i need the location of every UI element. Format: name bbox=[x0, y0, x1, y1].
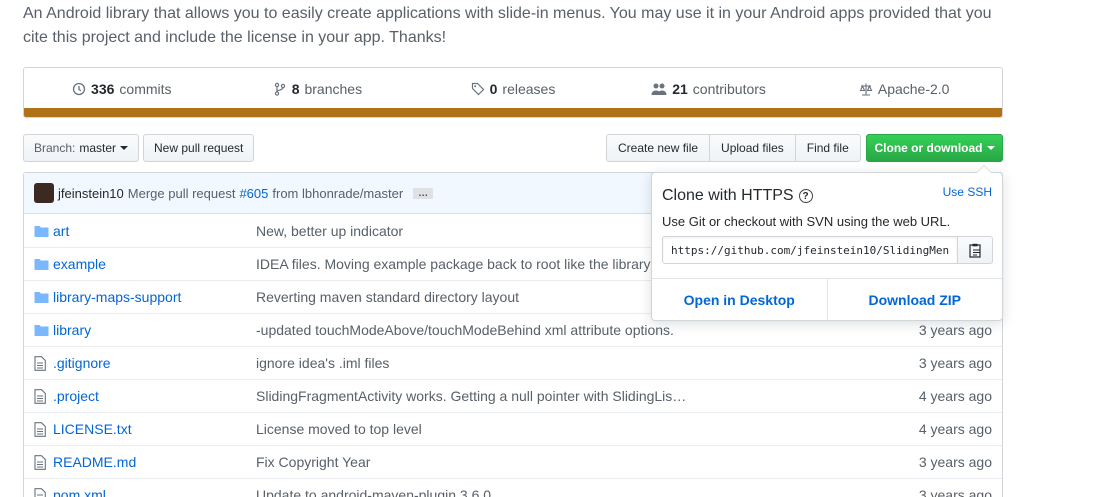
people-icon bbox=[651, 83, 667, 95]
clone-url-input[interactable] bbox=[662, 236, 958, 264]
branch-icon bbox=[274, 82, 285, 96]
upload-files-button[interactable]: Upload files bbox=[709, 134, 796, 162]
releases-label: releases bbox=[502, 80, 556, 97]
chevron-down-icon bbox=[986, 146, 995, 150]
clone-popover-footer: Open in Desktop Download ZIP bbox=[652, 278, 1002, 320]
commits-count: 336 bbox=[91, 80, 115, 97]
clone-or-download-button[interactable]: Clone or download bbox=[866, 134, 1003, 162]
file-name-link[interactable]: example bbox=[53, 256, 106, 272]
folder-icon bbox=[34, 257, 49, 271]
repo-description: An Android library that allows you to ea… bbox=[23, 5, 992, 46]
clipboard-icon bbox=[968, 243, 981, 258]
clone-popover: Clone with HTTPS ? Use SSH Use Git or ch… bbox=[651, 165, 1003, 321]
copy-to-clipboard-button[interactable] bbox=[958, 236, 993, 264]
use-ssh-link[interactable]: Use SSH bbox=[943, 185, 992, 199]
contributors-label: contributors bbox=[692, 80, 766, 97]
file-commit-message[interactable]: Update to android-maven-plugin 3.6.0 bbox=[256, 487, 491, 497]
history-icon bbox=[72, 82, 86, 95]
download-zip-button[interactable]: Download ZIP bbox=[828, 279, 1003, 320]
commit-author[interactable]: jfeinstein10 bbox=[58, 186, 124, 201]
commit-expand-button[interactable]: … bbox=[413, 187, 434, 199]
file-commit-message[interactable]: New, better up indicator bbox=[256, 223, 403, 239]
create-new-file-button[interactable]: Create new file bbox=[606, 134, 711, 162]
branch-name: master bbox=[79, 141, 117, 155]
file-icon bbox=[34, 356, 49, 371]
branches-link[interactable]: 8 branches bbox=[220, 81, 416, 97]
commit-message-suffix[interactable]: from lbhonrade/master bbox=[272, 186, 403, 201]
file-commit-message[interactable]: SlidingFragmentActivity works. Getting a… bbox=[256, 388, 686, 404]
file-commit-message[interactable]: License moved to top level bbox=[256, 421, 422, 437]
file-name-link[interactable]: library-maps-support bbox=[53, 289, 181, 305]
branches-label: branches bbox=[304, 80, 363, 97]
folder-icon bbox=[34, 323, 49, 337]
popover-arrow bbox=[976, 165, 992, 173]
clone-url-group bbox=[662, 236, 993, 264]
file-name-link[interactable]: art bbox=[53, 223, 69, 239]
license-name: Apache-2.0 bbox=[877, 80, 950, 97]
file-age: 3 years ago bbox=[918, 355, 992, 371]
find-file-button[interactable]: Find file bbox=[794, 134, 861, 162]
file-actions-group: Create new file Upload files Find file bbox=[606, 134, 861, 162]
releases-count: 0 bbox=[489, 80, 498, 97]
commits-link[interactable]: 336 commits bbox=[24, 81, 220, 97]
chevron-down-icon bbox=[120, 146, 129, 150]
file-name-link[interactable]: pom.xml bbox=[53, 487, 106, 497]
open-in-desktop-button[interactable]: Open in Desktop bbox=[652, 279, 828, 320]
contributors-link[interactable]: 21 contributors bbox=[611, 81, 807, 97]
law-icon bbox=[859, 83, 873, 96]
file-commit-message[interactable]: Reverting maven standard directory layou… bbox=[256, 289, 519, 305]
file-name-link[interactable]: library bbox=[53, 322, 91, 338]
clone-description: Use Git or checkout with SVN using the w… bbox=[662, 214, 951, 229]
commits-label: commits bbox=[119, 80, 172, 97]
file-row: .gitignore ignore idea's .iml files 3 year… bbox=[24, 346, 1002, 379]
contributors-count: 21 bbox=[672, 80, 688, 97]
branch-prefix: Branch: bbox=[34, 141, 76, 155]
releases-link[interactable]: 0 releases bbox=[415, 81, 611, 97]
file-row: README.md Fix Copyright Year 3 years ago bbox=[24, 445, 1002, 478]
clone-popover-title: Clone with HTTPS ? bbox=[662, 187, 813, 205]
file-commit-message[interactable]: IDEA files. Moving example package back … bbox=[256, 256, 651, 272]
file-icon bbox=[34, 422, 49, 437]
folder-icon bbox=[34, 290, 49, 304]
commit-message-prefix[interactable]: Merge pull request bbox=[128, 186, 236, 201]
commit-pr-link[interactable]: #605 bbox=[239, 186, 268, 201]
file-row: pom.xml Update to android-maven-plugin 3.… bbox=[24, 478, 1002, 497]
file-commit-message[interactable]: Fix Copyright Year bbox=[256, 454, 370, 470]
file-name-link[interactable]: LICENSE.txt bbox=[53, 421, 132, 437]
file-commit-message[interactable]: -updated touchModeAbove/touchModeBehind … bbox=[256, 322, 674, 338]
file-name-link[interactable]: .gitignore bbox=[53, 355, 111, 371]
clone-or-download-label: Clone or download bbox=[874, 141, 983, 155]
file-icon bbox=[34, 455, 49, 470]
language-bar[interactable] bbox=[24, 108, 1002, 117]
file-age: 3 years ago bbox=[918, 454, 992, 470]
file-name-link[interactable]: .project bbox=[53, 388, 99, 404]
file-icon bbox=[34, 488, 49, 497]
file-commit-message[interactable]: ignore idea's .iml files bbox=[256, 355, 389, 371]
file-age: 3 years ago bbox=[918, 487, 992, 497]
file-age: 4 years ago bbox=[918, 421, 992, 437]
file-row: LICENSE.txt License moved to top level 4 y… bbox=[24, 412, 1002, 445]
clone-title-text: Clone with HTTPS bbox=[662, 187, 794, 204]
avatar[interactable] bbox=[34, 183, 54, 203]
folder-icon bbox=[34, 224, 49, 238]
branch-select-button[interactable]: Branch: master bbox=[23, 134, 140, 162]
repo-numbers-summary: 336 commits 8 branches 0 releases 21 con… bbox=[23, 67, 1003, 118]
file-age: 4 years ago bbox=[918, 388, 992, 404]
file-age: 3 years ago bbox=[918, 322, 992, 338]
branches-count: 8 bbox=[291, 80, 300, 97]
file-row: .project SlidingFragmentActivity works. G… bbox=[24, 379, 1002, 412]
file-name-link[interactable]: README.md bbox=[53, 454, 136, 470]
license-link[interactable]: Apache-2.0 bbox=[806, 81, 1002, 97]
question-icon[interactable]: ? bbox=[798, 189, 813, 203]
file-icon bbox=[34, 389, 49, 404]
new-pull-request-button[interactable]: New pull request bbox=[143, 134, 255, 162]
tag-icon bbox=[471, 82, 484, 95]
